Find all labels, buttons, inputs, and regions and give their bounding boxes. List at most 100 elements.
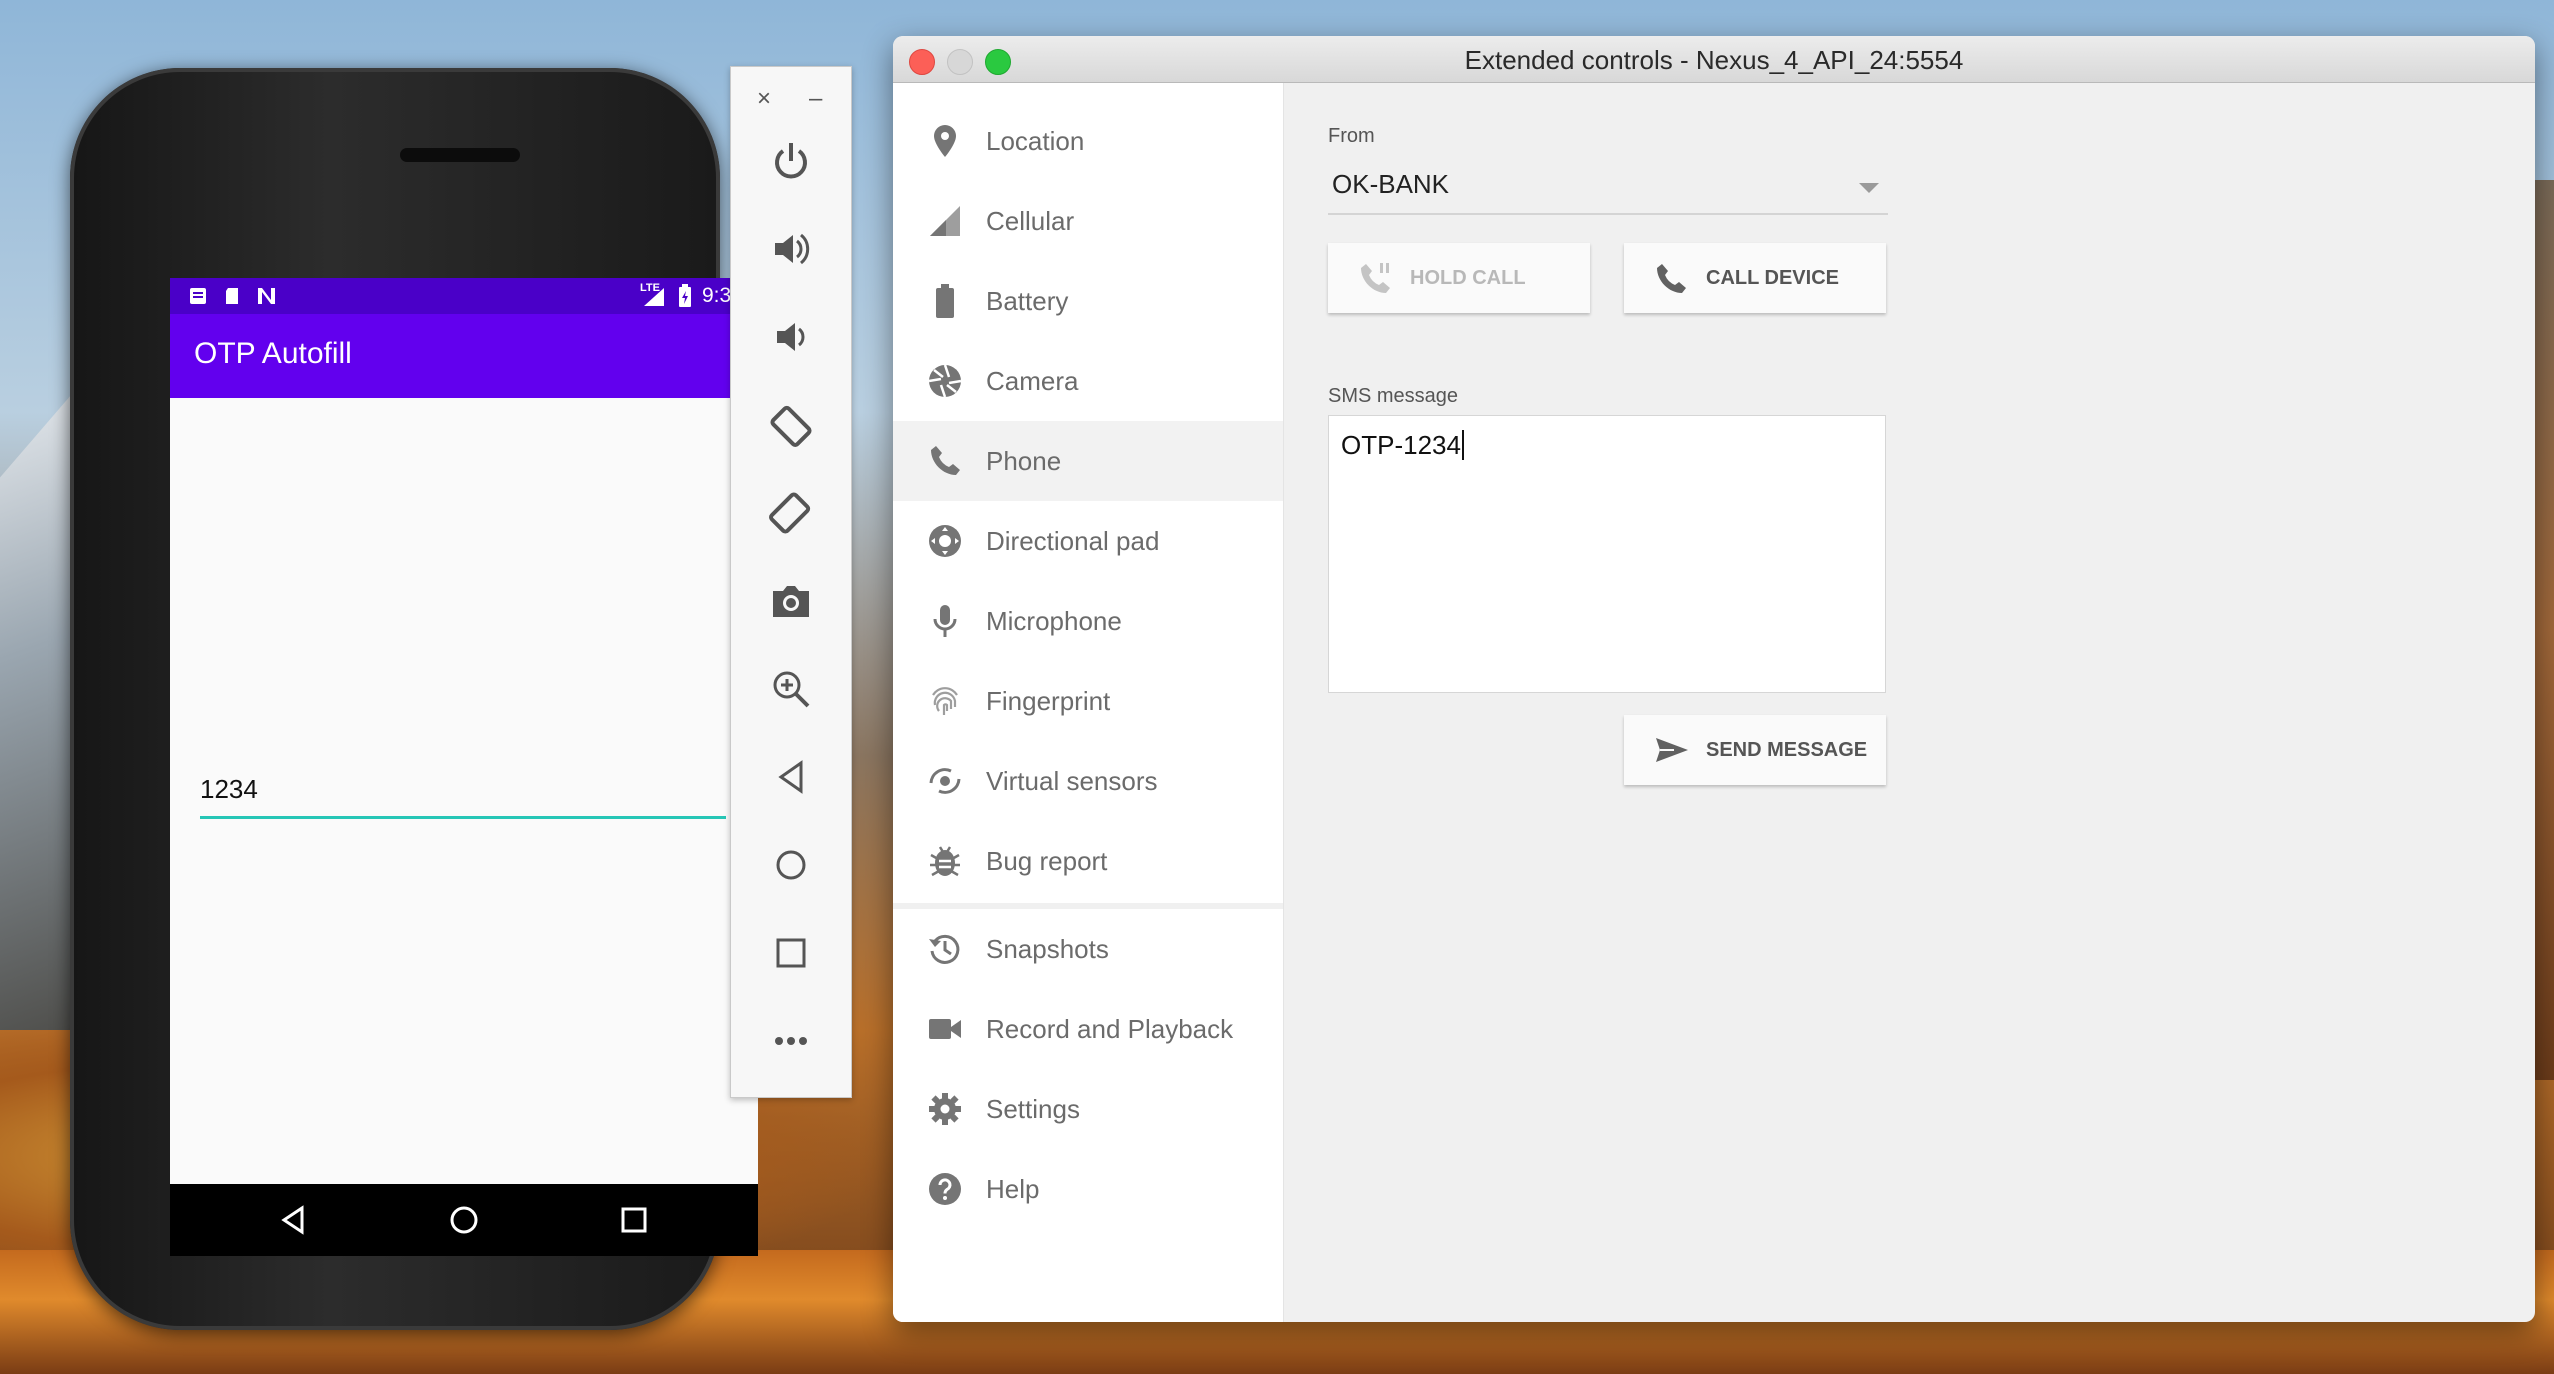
location-pin-icon	[925, 121, 965, 161]
phone-icon	[925, 441, 965, 481]
sidebar-item-battery[interactable]: Battery	[893, 261, 1283, 341]
send-message-label: SEND MESSAGE	[1706, 739, 1868, 761]
sidebar-item-label: Help	[986, 1173, 1040, 1204]
rotate-right-button[interactable]	[761, 483, 821, 543]
signal-icon	[644, 288, 664, 306]
notification-icon	[190, 288, 206, 304]
sidebar-item-fingerprint[interactable]: Fingerprint	[893, 661, 1283, 741]
phone-screen[interactable]: LTE 9:32 OTP Autofill 1234	[170, 278, 758, 1256]
call-device-button[interactable]: CALL DEVICE	[1624, 243, 1886, 313]
sidebar-item-cellular[interactable]: Cellular	[893, 181, 1283, 261]
emulator-phone-frame: LTE 9:32 OTP Autofill 1234	[70, 68, 758, 1330]
rotate-left-button[interactable]	[761, 395, 821, 455]
sidebar-item-label: Cellular	[986, 205, 1075, 236]
sidebar-item-microphone[interactable]: Microphone	[893, 581, 1283, 661]
app-toolbar: OTP Autofill	[170, 314, 758, 398]
help-icon	[925, 1169, 965, 1209]
fingerprint-icon	[925, 681, 965, 721]
sidebar-item-label: Snapshots	[986, 933, 1109, 964]
sidebar-item-snapshots[interactable]: Snapshots	[893, 909, 1283, 989]
hold-call-button[interactable]: HOLD CALL	[1328, 243, 1590, 313]
zoom-button[interactable]	[761, 659, 821, 719]
sidebar-item-directional-pad[interactable]: Directional pad	[893, 501, 1283, 581]
power-button[interactable]	[761, 131, 821, 191]
sidebar-item-virtual-sensors[interactable]: Virtual sensors	[893, 741, 1283, 821]
power-icon	[775, 143, 807, 179]
otp-input-field[interactable]: 1234	[200, 774, 726, 819]
toolbar-minimize-button[interactable]: –	[809, 85, 822, 113]
video-camera-icon	[925, 1009, 965, 1049]
android-nav-bar	[170, 1184, 758, 1256]
home-icon	[776, 850, 806, 880]
cellular-signal-icon	[925, 201, 965, 241]
nav-home-icon[interactable]	[444, 1200, 484, 1240]
toolbar-close-button[interactable]: ×	[757, 85, 771, 113]
sd-card-icon	[226, 288, 238, 304]
extended-controls-sidebar: Location Cellular Battery Camera Phone D…	[893, 83, 1284, 1322]
extended-controls-window: Extended controls - Nexus_4_API_24:5554 …	[893, 36, 2535, 1322]
from-underline	[1328, 213, 1888, 215]
volume-up-button[interactable]	[761, 219, 821, 279]
bug-icon	[925, 841, 965, 881]
sidebar-item-phone[interactable]: Phone	[893, 421, 1283, 501]
history-icon	[925, 929, 965, 969]
sidebar-item-location[interactable]: Location	[893, 101, 1283, 181]
more-button[interactable]	[761, 1011, 821, 1071]
battery-icon	[925, 281, 965, 321]
dpad-icon	[925, 521, 965, 561]
phone-paused-icon	[1361, 263, 1390, 293]
window-titlebar: Extended controls - Nexus_4_API_24:5554	[893, 36, 2535, 83]
home-button[interactable]	[761, 835, 821, 895]
call-device-label: CALL DEVICE	[1706, 267, 1839, 289]
sidebar-item-label: Directional pad	[986, 525, 1160, 556]
sidebar-item-label: Record and Playback	[986, 1013, 1234, 1044]
microphone-icon	[925, 601, 965, 641]
send-message-button[interactable]: SEND MESSAGE	[1624, 715, 1886, 785]
sidebar-item-label: Camera	[986, 365, 1079, 396]
from-label: From	[1328, 125, 1375, 147]
sms-message-label: SMS message	[1328, 385, 1459, 407]
sidebar-item-label: Fingerprint	[986, 685, 1111, 716]
volume-up-icon	[775, 233, 810, 265]
nfc-icon	[258, 288, 275, 304]
zoom-icon	[773, 671, 810, 708]
sidebar-item-label: Phone	[986, 445, 1062, 476]
battery-charging-icon	[679, 284, 691, 307]
more-icon	[775, 1037, 807, 1045]
send-icon	[1656, 738, 1688, 762]
sidebar-item-label: Bug report	[986, 845, 1108, 876]
camera-icon	[773, 586, 809, 617]
sms-message-textarea[interactable]: OTP-1234	[1328, 415, 1886, 693]
overview-icon	[776, 938, 806, 968]
window-title: Extended controls - Nexus_4_API_24:5554	[1464, 45, 1964, 75]
sidebar-item-settings[interactable]: Settings	[893, 1069, 1283, 1149]
sidebar-item-bug-report[interactable]: Bug report	[893, 821, 1283, 901]
nav-recents-icon[interactable]	[614, 1200, 654, 1240]
volume-down-icon	[777, 323, 805, 351]
phone-speaker	[400, 148, 520, 162]
android-status-bar: LTE 9:32	[170, 278, 758, 314]
app-title: OTP Autofill	[194, 337, 352, 370]
text-cursor	[1461, 430, 1464, 460]
emulator-toolbar: × –	[730, 66, 852, 1098]
volume-down-button[interactable]	[761, 307, 821, 367]
sidebar-item-record-and-playback[interactable]: Record and Playback	[893, 989, 1283, 1069]
screenshot-button[interactable]	[761, 571, 821, 631]
sidebar-item-label: Battery	[986, 285, 1069, 316]
sidebar-item-label: Microphone	[986, 605, 1122, 636]
sensors-icon	[925, 761, 965, 801]
camera-aperture-icon	[925, 361, 965, 401]
rotate-left-icon	[770, 405, 812, 447]
sms-message-text: OTP-1234	[1341, 430, 1461, 460]
sidebar-item-label: Location	[986, 125, 1085, 156]
nav-back-icon[interactable]	[274, 1200, 314, 1240]
from-value: OK-BANK	[1332, 169, 1450, 199]
sidebar-item-help[interactable]: Help	[893, 1149, 1283, 1229]
hold-call-label: HOLD CALL	[1410, 267, 1526, 289]
back-button[interactable]	[761, 747, 821, 807]
sidebar-item-label: Settings	[986, 1093, 1080, 1124]
sidebar-item-label: Virtual sensors	[986, 765, 1158, 796]
sidebar-item-camera[interactable]: Camera	[893, 341, 1283, 421]
phone-panel: From OK-BANK HOLD CALL CALL DEVICE SMS m…	[1284, 83, 2535, 1322]
overview-button[interactable]	[761, 923, 821, 983]
